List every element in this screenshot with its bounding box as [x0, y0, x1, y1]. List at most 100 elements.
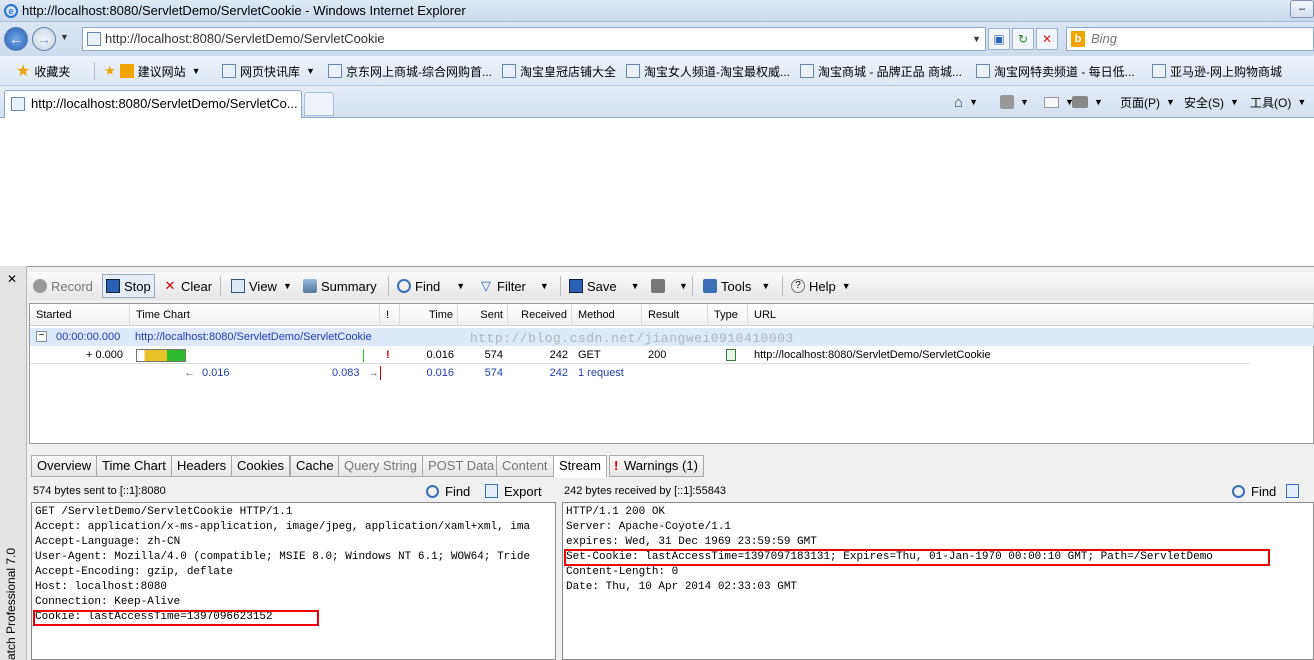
window-title-bar: e http://localhost:8080/ServletDemo/Serv…: [0, 0, 1314, 22]
recent-pages-dropdown[interactable]: ▼: [60, 32, 69, 42]
col-time-chart[interactable]: Time Chart: [130, 304, 380, 326]
request-bytes-label: 574 bytes sent to [::1]:8080: [33, 485, 166, 497]
summary-button[interactable]: Summary: [300, 274, 380, 298]
tools-button[interactable]: Tools ▼: [700, 274, 773, 298]
col-method[interactable]: Method: [572, 304, 642, 326]
export-icon[interactable]: [1286, 484, 1300, 498]
record-icon: [33, 279, 47, 293]
fav-item-taobao-women[interactable]: 淘宝女人频道-淘宝最权威...: [626, 56, 790, 86]
save-button[interactable]: Save ▼: [566, 274, 643, 298]
chevron-down-icon: ▼: [969, 97, 978, 107]
address-bar[interactable]: http://localhost:8080/ServletDemo/Servle…: [82, 27, 986, 51]
timeline-bar: [136, 349, 186, 362]
response-stream-pane[interactable]: HTTP/1.1 200 OK Server: Apache-Coyote/1.…: [562, 502, 1314, 660]
page-icon: [87, 32, 101, 46]
row-result: 200: [648, 349, 667, 361]
fav-label: 淘宝皇冠店铺大全: [520, 64, 617, 79]
refresh-button[interactable]: ↻: [1012, 28, 1034, 50]
row-time: 0.016: [426, 349, 454, 361]
col-type[interactable]: Type: [708, 304, 748, 326]
forward-button[interactable]: →: [32, 27, 56, 51]
tab-active[interactable]: http://localhost:8080/ServletDemo/Servle…: [4, 90, 302, 118]
fav-item-jd[interactable]: 京东网上商城-综合网购首...: [328, 56, 492, 86]
filter-button[interactable]: ▽ Filter ▼: [476, 274, 552, 298]
feeds-button[interactable]: ▼: [1000, 86, 1029, 118]
tab-headers[interactable]: Headers: [171, 455, 233, 477]
tab-stream[interactable]: Stream: [553, 455, 607, 478]
favorites-button[interactable]: ★ 收藏夹: [16, 56, 70, 86]
help-button[interactable]: ? Help ▼: [788, 274, 854, 298]
col-bang[interactable]: !: [380, 304, 400, 326]
request-find-button[interactable]: Find: [426, 480, 470, 502]
search-icon: [1232, 484, 1245, 498]
tab-query-string[interactable]: Query String: [338, 455, 423, 477]
fav-item-webslice[interactable]: 网页快讯库 ▼: [222, 56, 315, 86]
col-url[interactable]: URL: [748, 304, 1314, 326]
mail-button[interactable]: ▼: [1044, 86, 1074, 118]
request-line: Accept: application/x-ms-application, im…: [35, 521, 531, 533]
tab-content[interactable]: Content: [496, 455, 554, 477]
session-grid[interactable]: Started Time Chart ! Time Sent Received …: [29, 303, 1314, 444]
col-started[interactable]: Started: [30, 304, 130, 326]
address-dropdown-icon[interactable]: ▼: [972, 28, 981, 50]
record-button[interactable]: Record: [30, 274, 96, 298]
fav-item-suggested[interactable]: ★ 建议网站 ▼: [104, 56, 201, 86]
page-icon: [800, 64, 814, 78]
fav-item-taobao-crown[interactable]: 淘宝皇冠店铺大全: [502, 56, 616, 86]
tab-post-data[interactable]: POST Data: [422, 455, 501, 477]
stop-button[interactable]: ✕: [1036, 28, 1058, 50]
tab-cookies[interactable]: Cookies: [231, 455, 290, 477]
page-menu-button[interactable]: 页面(P) ▼: [1120, 86, 1175, 118]
page-icon: [222, 64, 236, 78]
home-button[interactable]: ⌂ ▼: [954, 86, 978, 118]
print-capture-button[interactable]: ▼: [648, 274, 691, 298]
stop-capture-button[interactable]: Stop: [102, 274, 155, 298]
toolbar-separator: [220, 276, 221, 296]
clear-button[interactable]: ✕ Clear: [160, 274, 215, 298]
printer-icon: [651, 279, 665, 293]
group-started: 00:00:00.000: [56, 331, 121, 343]
summary-stack-icon: [303, 279, 317, 293]
fav-item-taobao-sale[interactable]: 淘宝网特卖频道 - 每日低...: [976, 56, 1135, 86]
request-line: Accept-Language: zh-CN: [35, 536, 181, 548]
col-result[interactable]: Result: [642, 304, 708, 326]
tab-warnings[interactable]: ! Warnings (1): [609, 455, 704, 477]
find-label: Find: [445, 483, 471, 499]
summary-left: 0.016: [202, 367, 230, 379]
summary-row: ← 0.016 0.083 → 0.016 574 242 1 request: [30, 364, 1250, 382]
search-input[interactable]: b Bing: [1066, 27, 1314, 51]
page-content: [0, 118, 1314, 266]
view-button[interactable]: View ▼: [228, 274, 295, 298]
new-tab-button[interactable]: [304, 92, 334, 116]
request-export-button[interactable]: Export: [485, 480, 542, 502]
compatibility-view-button[interactable]: ▣: [988, 28, 1010, 50]
fav-label: 建议网站: [137, 64, 186, 79]
col-received[interactable]: Received: [508, 304, 572, 326]
safety-menu-button[interactable]: 安全(S) ▼: [1184, 86, 1239, 118]
collapse-toggle[interactable]: −: [36, 331, 47, 342]
tab-cache[interactable]: Cache: [290, 455, 340, 477]
fav-item-tmall[interactable]: 淘宝商城 - 品牌正品 商城...: [800, 56, 962, 86]
find-button[interactable]: Find ▼: [394, 274, 468, 298]
watermark-text: http://blog.csdn.net/jiangwei0910410003: [470, 331, 794, 346]
tools-menu-button[interactable]: 工具(O) ▼: [1250, 86, 1306, 118]
safety-menu-label: 安全(S): [1184, 95, 1224, 110]
table-row[interactable]: + 0.000 ! 0.016 574 242 GET 200 http://l…: [30, 346, 1250, 364]
col-sent[interactable]: Sent: [458, 304, 508, 326]
forward-arrow-icon: →: [37, 31, 51, 47]
fav-item-amazon[interactable]: 亚马逊-网上购物商城: [1152, 56, 1282, 86]
tab-overview[interactable]: Overview: [31, 455, 98, 477]
chevron-down-icon: ▼: [1297, 97, 1307, 107]
mail-icon: [1044, 96, 1059, 108]
stop-label: Stop: [124, 278, 151, 294]
print-button[interactable]: ▼: [1072, 86, 1103, 118]
response-find-button[interactable]: Find: [1232, 480, 1300, 502]
request-stream-pane[interactable]: GET /ServletDemo/ServletCookie HTTP/1.1 …: [31, 502, 556, 660]
col-time[interactable]: Time: [400, 304, 458, 326]
group-url[interactable]: http://localhost:8080/ServletDemo/Servle…: [135, 328, 372, 346]
back-button[interactable]: ←: [4, 27, 28, 51]
response-line: Date: Thu, 10 Apr 2014 02:33:03 GMT: [566, 581, 798, 593]
minimize-button[interactable]: –: [1290, 0, 1314, 18]
close-fiddler-icon[interactable]: ✕: [7, 272, 17, 286]
tab-time-chart[interactable]: Time Chart: [96, 455, 172, 477]
